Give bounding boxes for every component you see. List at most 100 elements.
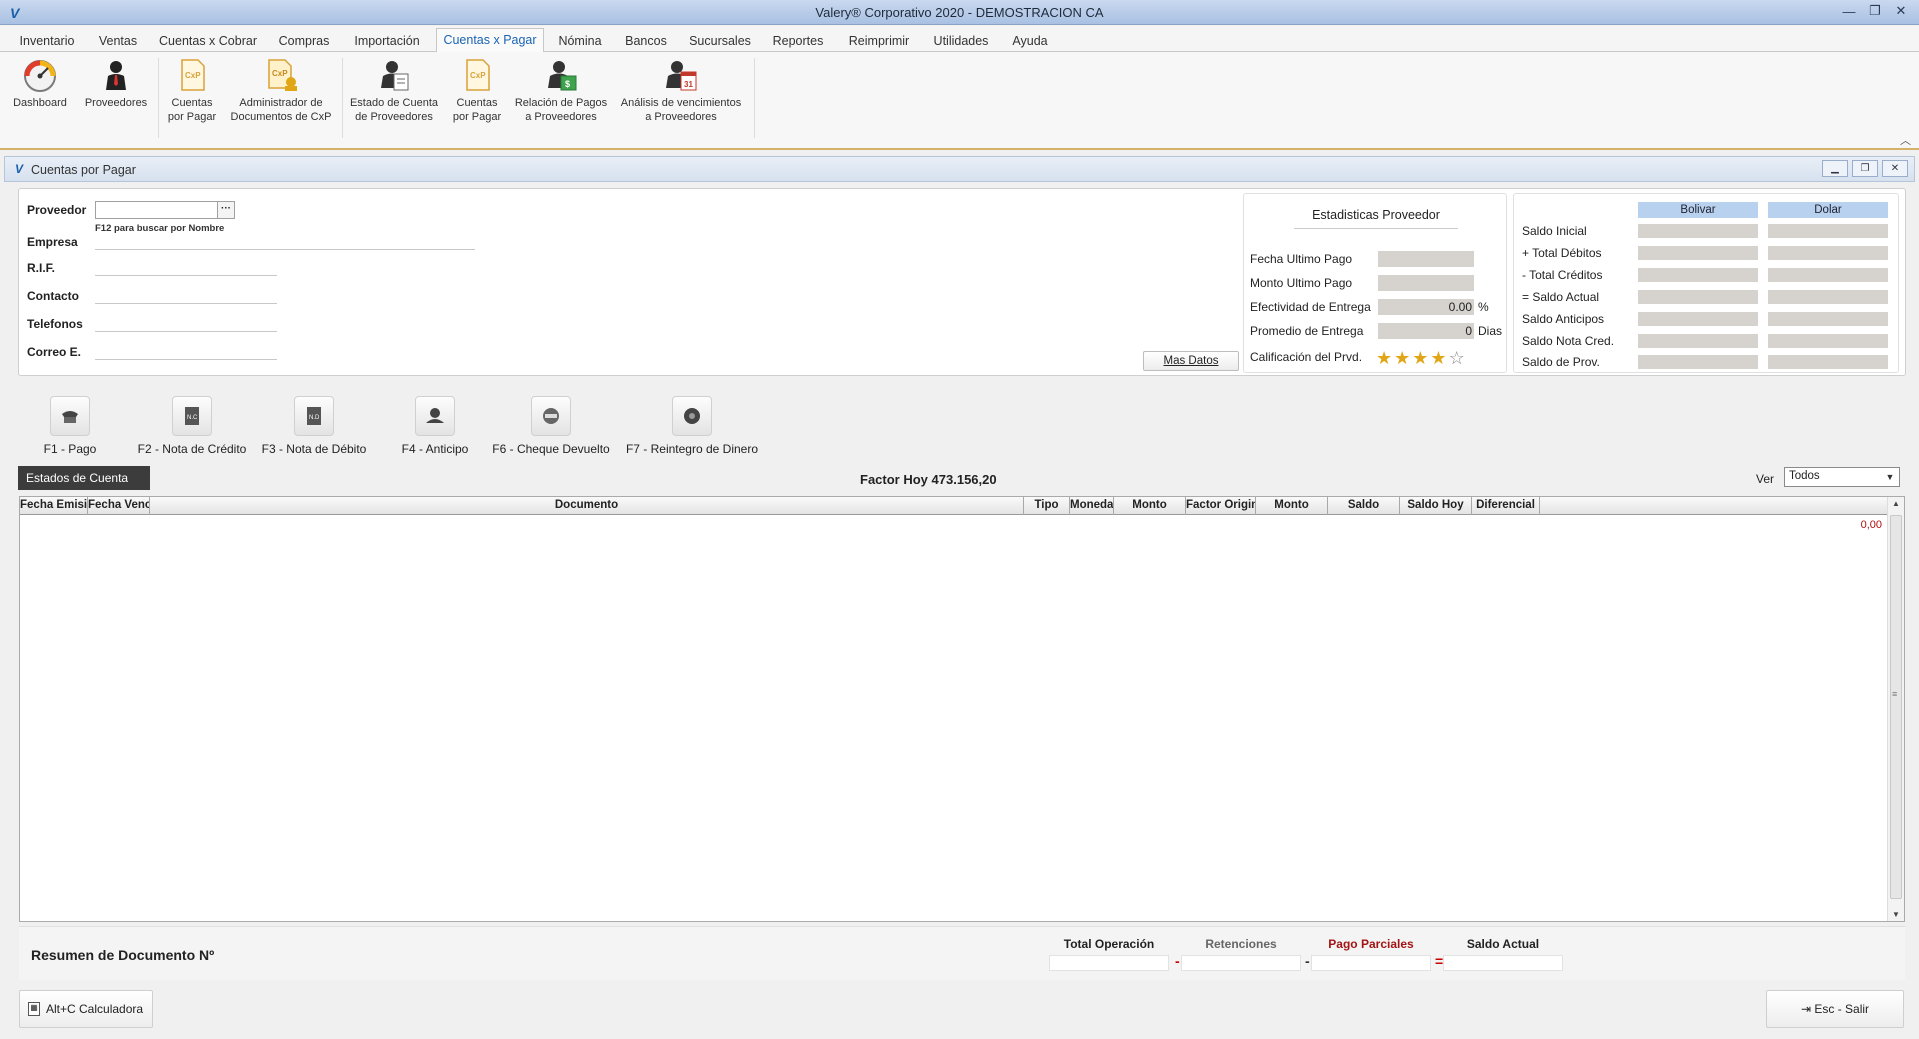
tab-ayuda[interactable]: Ayuda <box>1004 30 1056 52</box>
saldo-prov-label: Saldo de Prov. <box>1522 355 1600 369</box>
calculadora-button[interactable]: ▦ Alt+C Calculadora <box>19 990 153 1028</box>
tab-nomina[interactable]: Nómina <box>552 30 608 52</box>
tab-reportes[interactable]: Reportes <box>764 30 832 52</box>
minimize-icon[interactable]: ▁ <box>1822 160 1848 177</box>
proveedor-input[interactable] <box>95 201 235 219</box>
factor-hoy-label: Factor Hoy <box>860 472 928 487</box>
salir-label: Esc - Salir <box>1814 1002 1870 1016</box>
svg-text:CxP: CxP <box>185 71 201 80</box>
ribbon-proveedores-button[interactable]: Proveedores <box>80 58 152 110</box>
ribbon-label: Relación de Pagos <box>514 97 608 109</box>
window-title: Valery® Corporativo 2020 - DEMOSTRACION … <box>815 5 1104 20</box>
col-monto-2[interactable]: Monto <box>1256 497 1328 515</box>
tab-cuentas-x-pagar[interactable]: Cuentas x Pagar <box>436 28 544 53</box>
tab-importacion[interactable]: Importación <box>346 30 428 52</box>
scroll-up-icon[interactable]: ▲ <box>1888 499 1904 508</box>
tab-ventas[interactable]: Ventas <box>90 30 146 52</box>
tab-compras[interactable]: Compras <box>270 30 338 52</box>
rating-star-icon[interactable]: ☆ <box>1449 348 1467 368</box>
ribbon-estado-cuenta-button[interactable]: Estado de Cuenta de Proveedores <box>344 58 444 124</box>
debit-note-icon: N.D <box>294 396 334 436</box>
nota-debito-button[interactable]: N.D F3 - Nota de Débito <box>254 396 374 456</box>
saldo-actual-summary-label: Saldo Actual <box>1466 937 1540 951</box>
ribbon-label: Proveedores <box>84 97 148 109</box>
tab-sucursales[interactable]: Sucursales <box>684 30 756 52</box>
tab-cuentas-x-cobrar[interactable]: Cuentas x Cobrar <box>156 30 260 52</box>
close-icon[interactable]: ✕ <box>1891 2 1911 20</box>
col-fecha-venc[interactable]: Fecha Venc. <box>88 497 150 515</box>
tab-bancos[interactable]: Bancos <box>616 30 676 52</box>
ribbon-relacion-pagos-button[interactable]: $ Relación de Pagos a Proveedores <box>512 58 610 124</box>
balance-panel: Bolivar Dolar Saldo Inicial + Total Débi… <box>1513 193 1899 373</box>
col-saldo-hoy[interactable]: Saldo Hoy <box>1400 497 1472 515</box>
tab-inventario[interactable]: Inventario <box>10 30 84 52</box>
anticipo-button[interactable]: F4 - Anticipo <box>390 396 480 456</box>
ribbon-administrador-documentos-button[interactable]: CxP Administrador de Documentos de CxP <box>228 58 334 124</box>
total-creditos-dolar <box>1768 268 1888 282</box>
col-fecha-emision[interactable]: Fecha Emisión <box>20 497 88 515</box>
ribbon-label: Estado de Cuenta <box>349 97 439 109</box>
total-operacion-label: Total Operación <box>1063 937 1155 951</box>
correo-label: Correo E. <box>27 345 82 359</box>
saldo-prov-bolivar <box>1638 355 1758 369</box>
col-moneda[interactable]: Moneda <box>1070 497 1114 515</box>
col-factor-original[interactable]: Factor Original <box>1186 497 1256 515</box>
pago-button[interactable]: F1 - Pago <box>30 396 110 456</box>
col-documento[interactable]: Documento <box>150 497 1024 515</box>
calculadora-label: Alt+C Calculadora <box>46 1002 144 1016</box>
bolivar-header: Bolivar <box>1638 202 1758 218</box>
cheque-devuelto-button[interactable]: F6 - Cheque Devuelto <box>490 396 612 456</box>
ribbon-cuentas-por-pagar-report-button[interactable]: CxP Cuentas por Pagar <box>446 58 508 124</box>
estados-cuenta-tab[interactable]: Estados de Cuenta <box>18 466 150 490</box>
maximize-icon[interactable]: ❐ <box>1865 2 1885 20</box>
ribbon-dashboard-button[interactable]: Dashboard <box>6 58 74 110</box>
mas-datos-button[interactable]: Mas Datos <box>1143 351 1239 371</box>
tab-utilidades[interactable]: Utilidades <box>926 30 996 52</box>
ribbon-label: Dashboard <box>13 97 67 109</box>
rating-star-icon[interactable]: ★ <box>1412 348 1430 368</box>
contacto-label: Contacto <box>27 289 79 303</box>
ribbon-analisis-vencimientos-button[interactable]: 31 Análisis de vencimientos a Proveedore… <box>614 58 748 124</box>
contacto-field <box>95 303 277 304</box>
chevron-down-icon[interactable]: ▼ <box>1882 469 1898 485</box>
credit-note-icon: N.C <box>172 396 212 436</box>
ribbon-cuentas-por-pagar-button[interactable]: CxP Cuentas por Pagar <box>160 58 224 124</box>
rating-star-icon[interactable]: ★ <box>1376 348 1394 368</box>
restore-icon[interactable]: ❐ <box>1852 160 1878 177</box>
tab-reimprimir[interactable]: Reimprimir <box>840 30 918 52</box>
minus-operator: - <box>1175 953 1180 969</box>
svg-text:CxP: CxP <box>272 69 288 78</box>
saldo-actual-summary-value <box>1443 955 1563 971</box>
saldo-anticipos-label: Saldo Anticipos <box>1522 312 1605 326</box>
ver-select[interactable]: Todos ▼ <box>1784 467 1900 487</box>
minimize-icon[interactable]: — <box>1839 2 1859 20</box>
nota-credito-button[interactable]: N.C F2 - Nota de Crédito <box>130 396 254 456</box>
col-saldo[interactable]: Saldo <box>1328 497 1400 515</box>
grid-scrollbar[interactable]: ▲ ≡ ▼ <box>1887 497 1904 921</box>
inner-window-controls: ▁ ❐ ✕ <box>1822 160 1908 177</box>
document-admin-icon: CxP <box>268 59 297 91</box>
pago-parciales-label: Pago Parciales <box>1328 937 1414 951</box>
ribbon-label: Administrador de <box>239 97 323 109</box>
reintegro-dinero-button[interactable]: F7 - Reintegro de Dinero <box>622 396 762 456</box>
proveedor-search-button[interactable]: ··· <box>217 201 235 219</box>
rif-label: R.I.F. <box>27 261 56 275</box>
rating-star-icon[interactable]: ★ <box>1430 348 1448 368</box>
scroll-down-icon[interactable]: ▼ <box>1888 910 1904 919</box>
stats-title-divider <box>1294 228 1458 229</box>
rating-star-icon[interactable]: ★ <box>1394 348 1412 368</box>
supplier-icon <box>106 61 126 90</box>
factor-hoy: Factor Hoy 473.156,20 <box>860 472 997 487</box>
salir-button[interactable]: ⇥ Esc - Salir <box>1766 990 1904 1028</box>
total-debitos-bolivar <box>1638 246 1758 260</box>
ribbon-label: por Pagar <box>452 111 502 123</box>
col-monto[interactable]: Monto <box>1114 497 1186 515</box>
monto-ultimo-pago-label: Monto Ultimo Pago <box>1250 276 1353 290</box>
scroll-thumb[interactable] <box>1890 515 1902 899</box>
col-tipo[interactable]: Tipo <box>1024 497 1070 515</box>
col-diferencial[interactable]: Diferencial <box>1472 497 1540 515</box>
ribbon-collapse-icon[interactable]: ︿ <box>1900 132 1911 148</box>
promedio-entrega-value: 0 <box>1378 323 1474 339</box>
dolar-header: Dolar <box>1768 202 1888 218</box>
close-icon[interactable]: ✕ <box>1882 160 1908 177</box>
